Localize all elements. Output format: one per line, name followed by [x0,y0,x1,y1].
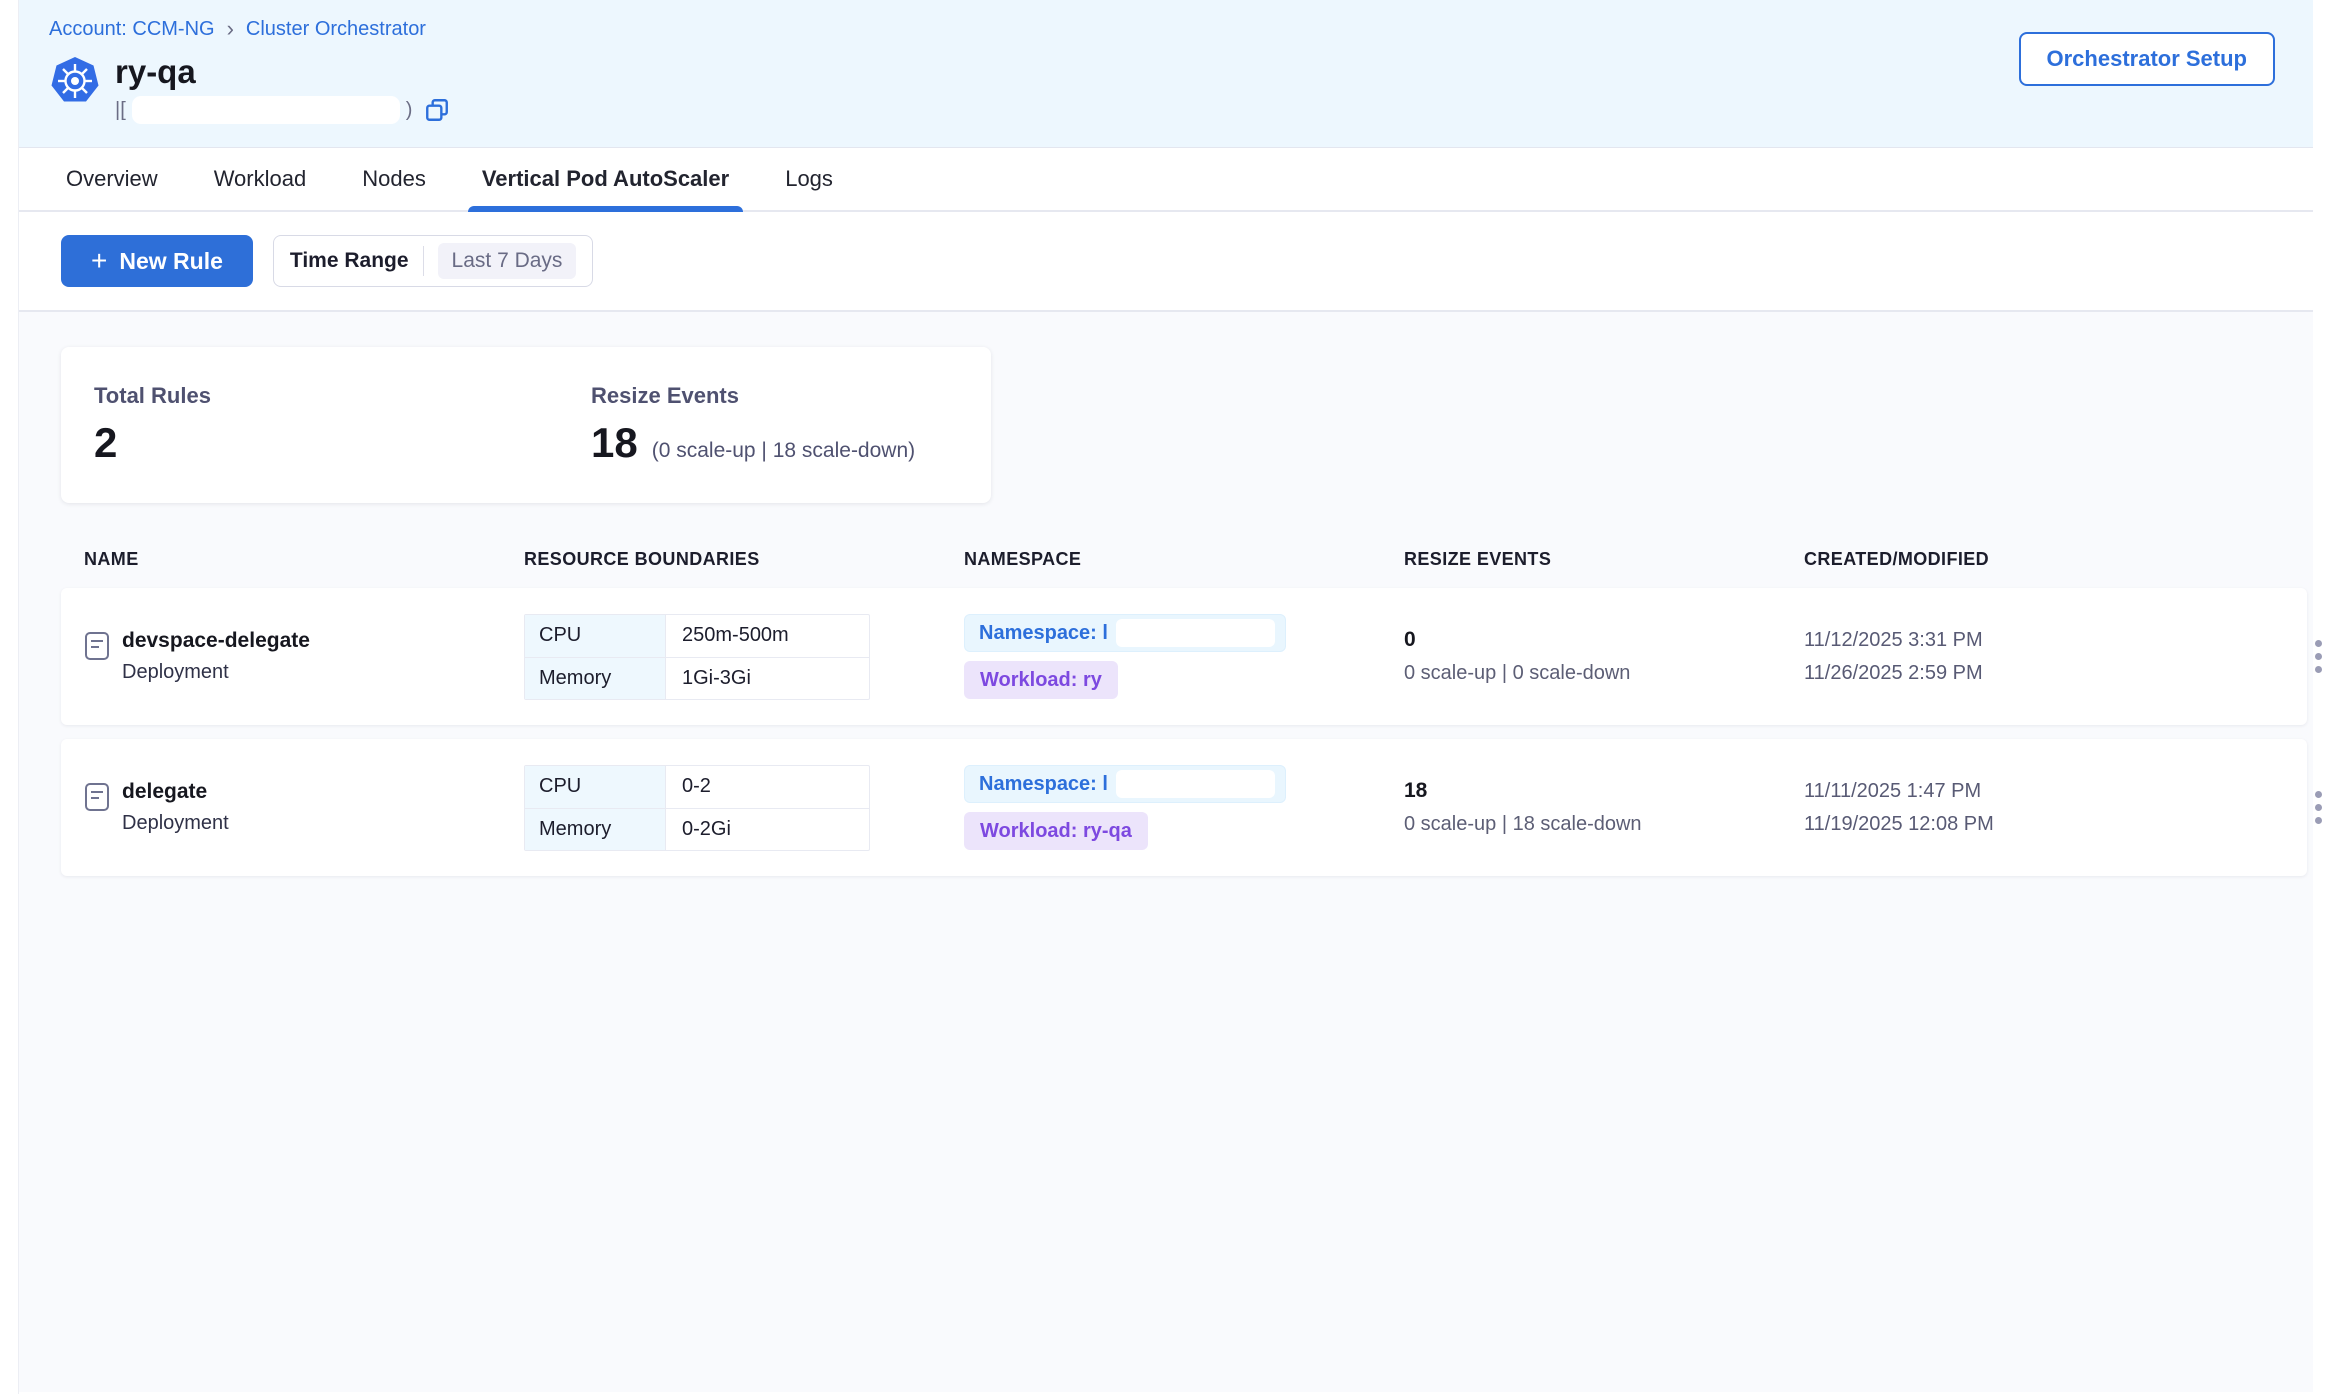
column-header-created-modified: CREATED/MODIFIED [1804,549,2264,570]
workload-badge: Workload: ry [964,661,1118,699]
memory-label: Memory [525,809,665,850]
document-icon [84,631,110,661]
rule-name-cell: devspace-delegate Deployment [84,629,524,684]
time-range-label: Time Range [290,249,409,273]
new-rule-button[interactable]: + New Rule [61,235,253,287]
stats-card: Total Rules 2 Resize Events 18 (0 scale-… [61,347,991,503]
cluster-name: ry-qa [115,54,450,90]
cpu-value: 250m-500m [665,615,869,657]
memory-value: 1Gi-3Gi [665,658,869,699]
resource-boundaries-table: CPU 250m-500m Memory 1Gi-3Gi [524,614,870,700]
resize-events-cell: 0 0 scale-up | 0 scale-down [1404,628,1804,685]
table-row[interactable]: devspace-delegate Deployment CPU 250m-50… [61,588,2307,725]
cluster-id-prefix: |[ [115,99,126,122]
resize-events-breakdown: 0 scale-up | 0 scale-down [1404,662,1804,685]
tab-logs[interactable]: Logs [785,148,833,210]
namespace-badge-label: Namespace: l [979,622,1108,645]
title-block: ry-qa |[ ) [115,54,450,124]
column-header-resize-events: RESIZE EVENTS [1404,549,1804,570]
column-header-namespace: NAMESPACE [964,549,1404,570]
resize-events-label: Resize Events [591,383,1023,409]
resize-events-detail: (0 scale-up | 18 scale-down) [652,439,915,463]
memory-value: 0-2Gi [665,809,869,850]
plus-icon: + [91,247,107,275]
namespace-badge-label: Namespace: l [979,773,1108,796]
document-icon [84,782,110,812]
created-modified-cell: 11/11/2025 1:47 PM 11/19/2025 12:08 PM [1804,775,2264,841]
column-header-name: NAME [84,549,524,570]
time-range-value: Last 7 Days [438,243,577,279]
created-date: 11/11/2025 1:47 PM [1804,775,2264,808]
title-row: ry-qa |[ ) [49,54,2277,124]
resource-boundaries-cell: CPU 0-2 Memory 0-2Gi [524,765,964,851]
orchestrator-setup-button[interactable]: Orchestrator Setup [2019,32,2276,86]
namespace-cell: Namespace: l Workload: ry-qa [964,765,1404,850]
cpu-label: CPU [525,766,665,808]
new-rule-label: New Rule [119,248,223,275]
cpu-label: CPU [525,615,665,657]
tab-workload[interactable]: Workload [214,148,307,210]
breadcrumb-separator-icon: › [227,16,234,42]
cluster-id-line: |[ ) [115,96,450,124]
resize-events-breakdown: 0 scale-up | 18 scale-down [1404,813,1804,836]
namespace-badge: Namespace: l [964,765,1286,803]
content-frame: Account: CCM-NG › Cluster Orchestrator [18,0,2313,1394]
workload-badge: Workload: ry-qa [964,812,1148,850]
breadcrumb: Account: CCM-NG › Cluster Orchestrator [49,16,2277,42]
resize-events-value: 18 [591,419,638,467]
created-date: 11/12/2025 3:31 PM [1804,624,2264,657]
total-rules-value: 2 [94,419,117,467]
namespace-badge: Namespace: l [964,614,1286,652]
breadcrumb-cluster-orchestrator-link[interactable]: Cluster Orchestrator [246,18,426,41]
resource-boundaries-cell: CPU 250m-500m Memory 1Gi-3Gi [524,614,964,700]
tab-nodes[interactable]: Nodes [362,148,426,210]
tab-vertical-pod-autoscaler[interactable]: Vertical Pod AutoScaler [482,148,729,210]
breadcrumb-account-link[interactable]: Account: CCM-NG [49,18,215,41]
memory-label: Memory [525,658,665,699]
cpu-value: 0-2 [665,766,869,808]
rule-name-cell: delegate Deployment [84,780,524,835]
created-modified-cell: 11/12/2025 3:31 PM 11/26/2025 2:59 PM [1804,624,2264,690]
toolbar: + New Rule Time Range Last 7 Days [19,212,2313,312]
row-actions-menu-icon[interactable] [2298,780,2330,836]
resize-events-stat: Resize Events 18 (0 scale-up | 18 scale-… [558,383,1023,467]
resource-boundaries-table: CPU 0-2 Memory 0-2Gi [524,765,870,851]
namespace-cell: Namespace: l Workload: ry [964,614,1404,699]
table-row[interactable]: delegate Deployment CPU 0-2 Memory 0-2Gi [61,739,2307,876]
modified-date: 11/19/2025 12:08 PM [1804,808,2264,841]
total-rules-stat: Total Rules 2 [61,383,526,467]
resize-events-count: 18 [1404,779,1804,803]
kubernetes-icon [49,56,101,108]
namespace-redacted-value [1116,770,1275,798]
rule-kind: Deployment [122,812,229,835]
copy-icon[interactable] [424,97,450,123]
tab-overview[interactable]: Overview [66,148,158,210]
modified-date: 11/26/2025 2:59 PM [1804,657,2264,690]
row-actions-menu-icon[interactable] [2298,629,2330,685]
table-header-row: NAME RESOURCE BOUNDARIES NAMESPACE RESIZ… [61,549,2307,570]
page-header: Account: CCM-NG › Cluster Orchestrator [19,0,2313,148]
total-rules-label: Total Rules [94,383,526,409]
cluster-id-suffix: ) [406,99,413,122]
cluster-orchestrator-page: Account: CCM-NG › Cluster Orchestrator [0,0,2330,1394]
cluster-id-redacted [132,96,400,124]
rule-name[interactable]: devspace-delegate [122,629,310,653]
resize-events-count: 0 [1404,628,1804,652]
namespace-redacted-value [1116,619,1275,647]
column-header-resource-boundaries: RESOURCE BOUNDARIES [524,549,964,570]
time-range-selector[interactable]: Time Range Last 7 Days [273,235,594,287]
rule-kind: Deployment [122,661,310,684]
rule-name[interactable]: delegate [122,780,229,804]
time-range-divider [423,246,424,276]
resize-events-cell: 18 0 scale-up | 18 scale-down [1404,779,1804,836]
main-content: Total Rules 2 Resize Events 18 (0 scale-… [19,312,2313,1392]
tab-bar: Overview Workload Nodes Vertical Pod Aut… [19,148,2313,212]
